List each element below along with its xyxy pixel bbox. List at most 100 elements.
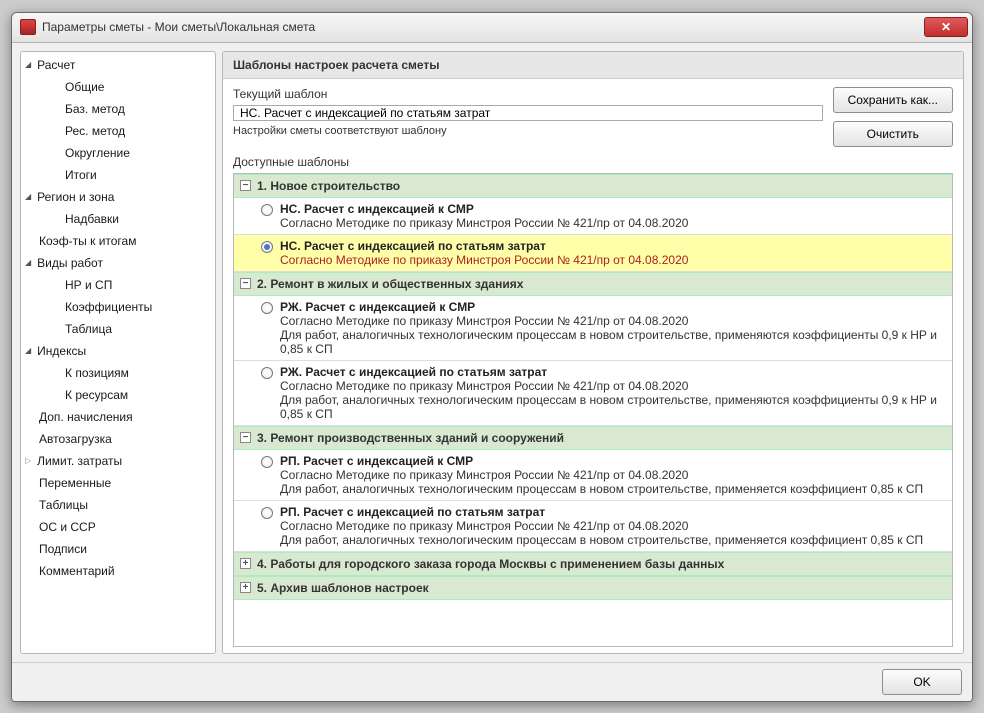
close-button[interactable]: ✕	[924, 17, 968, 37]
sidebar-item-label: К позициям	[65, 366, 129, 380]
template-item[interactable]: РЖ. Расчет с индексацией по статьям затр…	[234, 361, 952, 426]
template-radio[interactable]	[261, 507, 273, 519]
sidebar-item[interactable]: Итоги	[21, 164, 215, 186]
sidebar-item-label: Таблицы	[39, 498, 88, 512]
sidebar-item[interactable]: Рес. метод	[21, 120, 215, 142]
sidebar-item[interactable]: ОС и ССР	[21, 516, 215, 538]
sidebar-item[interactable]: Надбавки	[21, 208, 215, 230]
main-panel: Шаблоны настроек расчета сметы Текущий ш…	[222, 51, 964, 654]
titlebar: Параметры сметы - Мои сметы\Локальная см…	[12, 13, 972, 43]
sidebar-item[interactable]: Таблица	[21, 318, 215, 340]
sidebar-item-label: Общие	[65, 80, 104, 94]
sidebar-item-label: Регион и зона	[37, 190, 114, 204]
template-description: Согласно Методике по приказу Минстроя Ро…	[280, 468, 946, 496]
expand-icon: +	[240, 558, 251, 569]
sidebar-item[interactable]: Индексы	[21, 340, 215, 362]
dialog-body: Расчет Общие Баз. метод Рес. метод Округлени…	[12, 43, 972, 662]
sidebar-item[interactable]: Подписи	[21, 538, 215, 560]
template-title: НС. Расчет с индексацией к СМР	[280, 202, 946, 216]
current-template-label: Текущий шаблон	[233, 87, 823, 101]
group-title: 4. Работы для городского заказа города М…	[257, 557, 724, 571]
section-title: Шаблоны настроек расчета сметы	[223, 52, 963, 79]
template-radio[interactable]	[261, 367, 273, 379]
template-item[interactable]: РП. Расчет с индексацией по статьям затр…	[234, 501, 952, 552]
save-as-button[interactable]: Сохранить как...	[833, 87, 953, 113]
template-item[interactable]: РП. Расчет с индексацией к СМРСогласно М…	[234, 450, 952, 501]
template-radio[interactable]	[261, 456, 273, 468]
template-title: РП. Расчет с индексацией к СМР	[280, 454, 946, 468]
sidebar-item[interactable]: Округление	[21, 142, 215, 164]
template-group-header[interactable]: +4. Работы для городского заказа города …	[234, 552, 952, 576]
close-icon: ✕	[941, 20, 951, 34]
template-group-header[interactable]: −2. Ремонт в жилых и общественных здания…	[234, 272, 952, 296]
template-radio[interactable]	[261, 241, 273, 253]
sidebar-item[interactable]: Расчет	[21, 54, 215, 76]
sidebar-item-label: Коэф-ты к итогам	[39, 234, 136, 248]
sidebar-item[interactable]: Доп. начисления	[21, 406, 215, 428]
sidebar-item[interactable]: Лимит. затраты	[21, 450, 215, 472]
clear-button[interactable]: Очистить	[833, 121, 953, 147]
sidebar-item-label: Таблица	[65, 322, 112, 336]
dialog-footer: OK	[12, 662, 972, 701]
sidebar-item-label: Округление	[65, 146, 130, 160]
template-title: РП. Расчет с индексацией по статьям затр…	[280, 505, 946, 519]
collapse-icon: −	[240, 278, 251, 289]
template-group-header[interactable]: −3. Ремонт производственных зданий и соо…	[234, 426, 952, 450]
sidebar-item-label: НР и СП	[65, 278, 112, 292]
sidebar-item-label: Расчет	[37, 58, 75, 72]
sidebar-item[interactable]: Коэффициенты	[21, 296, 215, 318]
template-group-header[interactable]: +5. Архив шаблонов настроек	[234, 576, 952, 600]
collapse-icon: −	[240, 432, 251, 443]
sidebar: Расчет Общие Баз. метод Рес. метод Округлени…	[20, 51, 216, 654]
sidebar-item-label: Рес. метод	[65, 124, 125, 138]
sidebar-item[interactable]: Коэф-ты к итогам	[21, 230, 215, 252]
sidebar-item[interactable]: Регион и зона	[21, 186, 215, 208]
sidebar-item-label: Итоги	[65, 168, 97, 182]
template-title: НС. Расчет с индексацией по статьям затр…	[280, 239, 946, 253]
sidebar-item-label: Индексы	[37, 344, 86, 358]
current-template-input[interactable]	[233, 105, 823, 121]
template-description: Согласно Методике по приказу Минстроя Ро…	[280, 216, 946, 230]
sidebar-item[interactable]: Переменные	[21, 472, 215, 494]
sidebar-item[interactable]: Виды работ	[21, 252, 215, 274]
template-group-header[interactable]: −1. Новое строительство	[234, 174, 952, 198]
template-description: Согласно Методике по приказу Минстроя Ро…	[280, 253, 946, 267]
sidebar-item-label: Лимит. затраты	[37, 454, 122, 468]
template-item[interactable]: НС. Расчет с индексацией к СМРСогласно М…	[234, 198, 952, 235]
sidebar-item-label: Виды работ	[37, 256, 103, 270]
templates-list: −1. Новое строительствоНС. Расчет с инде…	[233, 173, 953, 647]
sidebar-item-label: ОС и ССР	[39, 520, 96, 534]
group-title: 3. Ремонт производственных зданий и соор…	[257, 431, 564, 445]
sidebar-item-label: К ресурсам	[65, 388, 128, 402]
template-title: РЖ. Расчет с индексацией к СМР	[280, 300, 946, 314]
sidebar-item-label: Комментарий	[39, 564, 115, 578]
sidebar-item[interactable]: К позициям	[21, 362, 215, 384]
sidebar-item-label: Баз. метод	[65, 102, 125, 116]
sidebar-item-label: Коэффициенты	[65, 300, 152, 314]
sidebar-item[interactable]: Автозагрузка	[21, 428, 215, 450]
template-item[interactable]: НС. Расчет с индексацией по статьям затр…	[234, 235, 952, 272]
sidebar-item[interactable]: НР и СП	[21, 274, 215, 296]
template-description: Согласно Методике по приказу Минстроя Ро…	[280, 314, 946, 356]
sidebar-item[interactable]: Общие	[21, 76, 215, 98]
sidebar-item-label: Доп. начисления	[39, 410, 133, 424]
app-icon	[20, 19, 36, 35]
template-description: Согласно Методике по приказу Минстроя Ро…	[280, 379, 946, 421]
template-note: Настройки сметы соответствуют шаблону	[233, 125, 823, 137]
template-radio[interactable]	[261, 204, 273, 216]
expand-icon: +	[240, 582, 251, 593]
available-templates-label: Доступные шаблоны	[233, 155, 953, 169]
sidebar-item[interactable]: Комментарий	[21, 560, 215, 582]
template-radio[interactable]	[261, 302, 273, 314]
sidebar-item[interactable]: Баз. метод	[21, 98, 215, 120]
sidebar-item[interactable]: Таблицы	[21, 494, 215, 516]
collapse-icon: −	[240, 180, 251, 191]
group-title: 2. Ремонт в жилых и общественных зданиях	[257, 277, 523, 291]
template-item[interactable]: РЖ. Расчет с индексацией к СМРСогласно М…	[234, 296, 952, 361]
sidebar-item[interactable]: К ресурсам	[21, 384, 215, 406]
ok-button[interactable]: OK	[882, 669, 962, 695]
sidebar-item-label: Автозагрузка	[39, 432, 112, 446]
sidebar-item-label: Подписи	[39, 542, 87, 556]
template-title: РЖ. Расчет с индексацией по статьям затр…	[280, 365, 946, 379]
group-title: 1. Новое строительство	[257, 179, 400, 193]
